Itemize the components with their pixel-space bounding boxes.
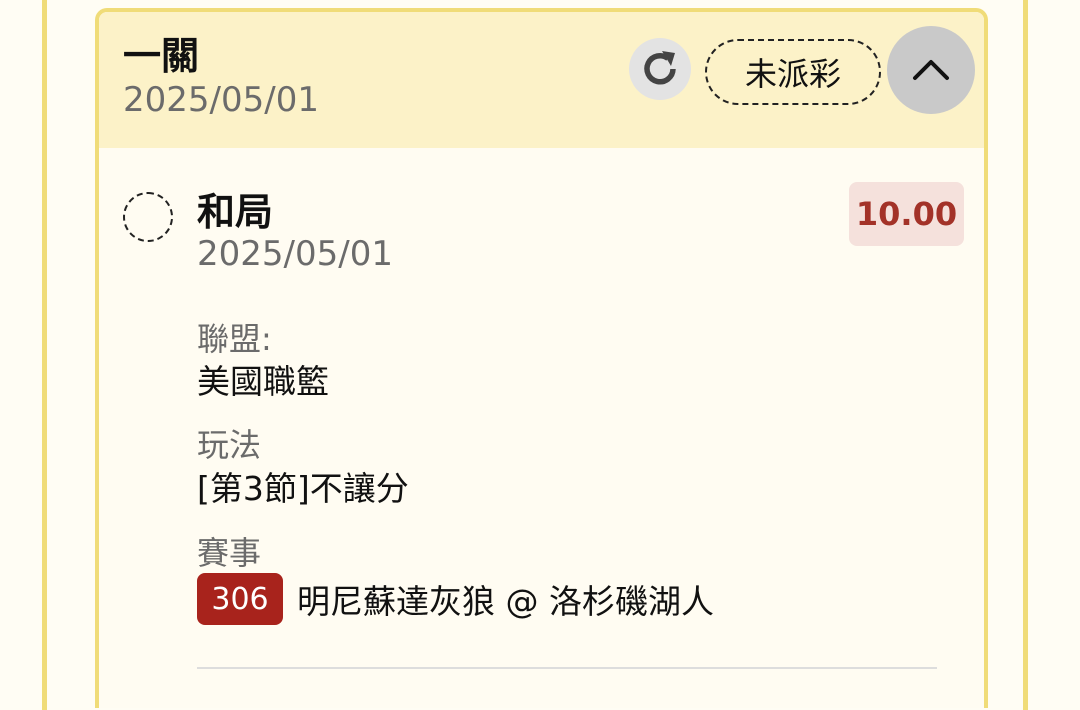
refresh-icon (644, 51, 676, 85)
divider (197, 667, 937, 669)
odds-badge: 10.00 (849, 182, 964, 246)
event-number-badge: 306 (197, 573, 283, 625)
bet-type-title: 一關 (123, 34, 200, 78)
collapse-button[interactable] (887, 26, 975, 114)
event-name: 明尼蘇達灰狼 @ 洛杉磯湖人 (297, 582, 714, 621)
card-header: 一關 2025/05/01 未派彩 (99, 12, 984, 148)
league-label: 聯盟: (197, 320, 272, 358)
selection-title: 和局 (197, 190, 274, 234)
selection-radio[interactable] (123, 192, 173, 242)
bet-type-label: 玩法 (197, 426, 262, 464)
event-label: 賽事 (197, 534, 262, 572)
chevron-up-icon (913, 60, 949, 80)
bet-date: 2025/05/01 (123, 80, 319, 120)
bet-type-value: [第3節]不讓分 (197, 469, 409, 508)
selection-date: 2025/05/01 (197, 234, 393, 274)
refresh-button[interactable] (629, 38, 691, 100)
event-row: 306 明尼蘇達灰狼 @ 洛杉磯湖人 (197, 573, 714, 625)
league-value: 美國職籃 (197, 362, 329, 401)
bet-slip-card: 一關 2025/05/01 未派彩 和局 2025/05/01 10.00 聯盟… (95, 8, 988, 708)
status-badge: 未派彩 (705, 39, 881, 105)
